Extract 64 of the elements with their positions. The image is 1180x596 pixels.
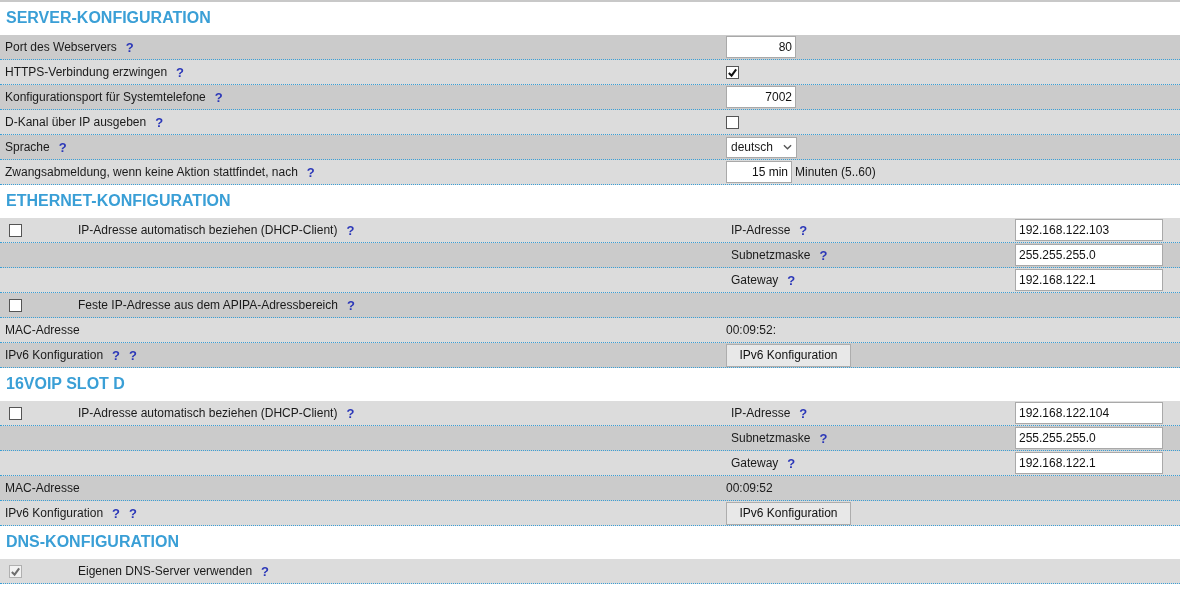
field-label: MAC-Adresse: [5, 481, 80, 495]
help-link[interactable]: ?: [155, 114, 164, 130]
field-label: Port des Webservers: [5, 40, 117, 54]
help-link[interactable]: ?: [214, 89, 223, 105]
help-link[interactable]: ?: [129, 347, 137, 363]
help-link[interactable]: ?: [112, 347, 120, 363]
text-field[interactable]: 80: [726, 36, 796, 58]
help-link[interactable]: ?: [787, 272, 796, 288]
text-field[interactable]: 192.168.122.1: [1015, 269, 1163, 291]
field-label: MAC-Adresse: [5, 323, 80, 337]
field-label: Konfigurationsport für Systemtelefone: [5, 90, 206, 104]
caret-icon: [783, 144, 792, 150]
help-link[interactable]: ?: [819, 430, 828, 446]
field-label: IP-Adresse: [731, 406, 791, 420]
text-field[interactable]: 15 min: [726, 161, 792, 183]
field-label: IP-Adresse automatisch beziehen (DHCP-Client): [78, 406, 338, 420]
section-title: SERVER-KONFIGURATION: [5, 8, 212, 28]
help-link[interactable]: ?: [346, 222, 355, 238]
help-link[interactable]: ?: [125, 39, 134, 55]
help-link[interactable]: ?: [176, 64, 185, 80]
field-label: Subnetzmaske: [731, 248, 811, 262]
mac-value: 00:09:52: [726, 481, 773, 495]
field-label: HTTPS-Verbindung erzwingen: [5, 65, 168, 79]
language-select[interactable]: deutsch: [726, 136, 797, 158]
checkbox[interactable]: [9, 298, 22, 312]
field-label: Feste IP-Adresse aus dem APIPA-Adressbereich: [78, 298, 338, 312]
help-link[interactable]: ?: [112, 505, 120, 521]
field-label: IPv6 Konfiguration: [5, 506, 104, 520]
help-link[interactable]: ?: [819, 247, 828, 263]
text-field[interactable]: 192.168.122.1: [1015, 452, 1163, 474]
field-label: IP-Adresse: [731, 223, 791, 237]
text-field[interactable]: 255.255.255.0: [1015, 427, 1163, 449]
help-link[interactable]: ?: [58, 139, 67, 155]
field-label: D-Kanal über IP ausgeben: [5, 115, 147, 129]
text-field[interactable]: 255.255.255.0: [1015, 244, 1163, 266]
field-label: IPv6 Konfiguration: [5, 348, 104, 362]
field-label: Eigenen DNS-Server verwenden: [78, 564, 253, 578]
help-link[interactable]: ?: [799, 222, 808, 238]
checkbox[interactable]: [9, 223, 22, 237]
help-link[interactable]: ?: [306, 164, 315, 180]
help-link[interactable]: ?: [129, 505, 137, 521]
section-title: DNS-KONFIGURATION: [5, 532, 181, 552]
field-label: Zwangsabmeldung, wenn keine Aktion stattfindet, nach: [5, 165, 298, 179]
unit-label: Minuten (5..60): [795, 165, 876, 179]
section-title: ETHERNET-KONFIGURATION: [5, 191, 232, 211]
help-link[interactable]: ?: [787, 455, 796, 471]
help-link[interactable]: ?: [346, 405, 355, 421]
mac-value: 00:09:52:: [726, 323, 777, 337]
field-label: Gateway: [731, 456, 779, 470]
text-field[interactable]: 192.168.122.103: [1015, 219, 1163, 241]
help-link[interactable]: ?: [799, 405, 808, 421]
field-label: IP-Adresse automatisch beziehen (DHCP-Client): [78, 223, 338, 237]
field-label: Sprache: [5, 140, 50, 154]
section-title: 16VOIP SLOT D: [5, 374, 126, 394]
checkbox[interactable]: [9, 406, 22, 420]
help-link[interactable]: ?: [346, 297, 355, 313]
checkbox[interactable]: [726, 65, 739, 79]
field-label: Subnetzmaske: [731, 431, 811, 445]
checkbox[interactable]: [726, 115, 739, 129]
text-field[interactable]: 192.168.122.104: [1015, 402, 1163, 424]
ipv6-button[interactable]: IPv6 Konfiguration: [726, 501, 851, 525]
field-label: Gateway: [731, 273, 779, 287]
text-field[interactable]: 7002: [726, 86, 796, 108]
ipv6-button[interactable]: IPv6 Konfiguration: [726, 343, 851, 367]
